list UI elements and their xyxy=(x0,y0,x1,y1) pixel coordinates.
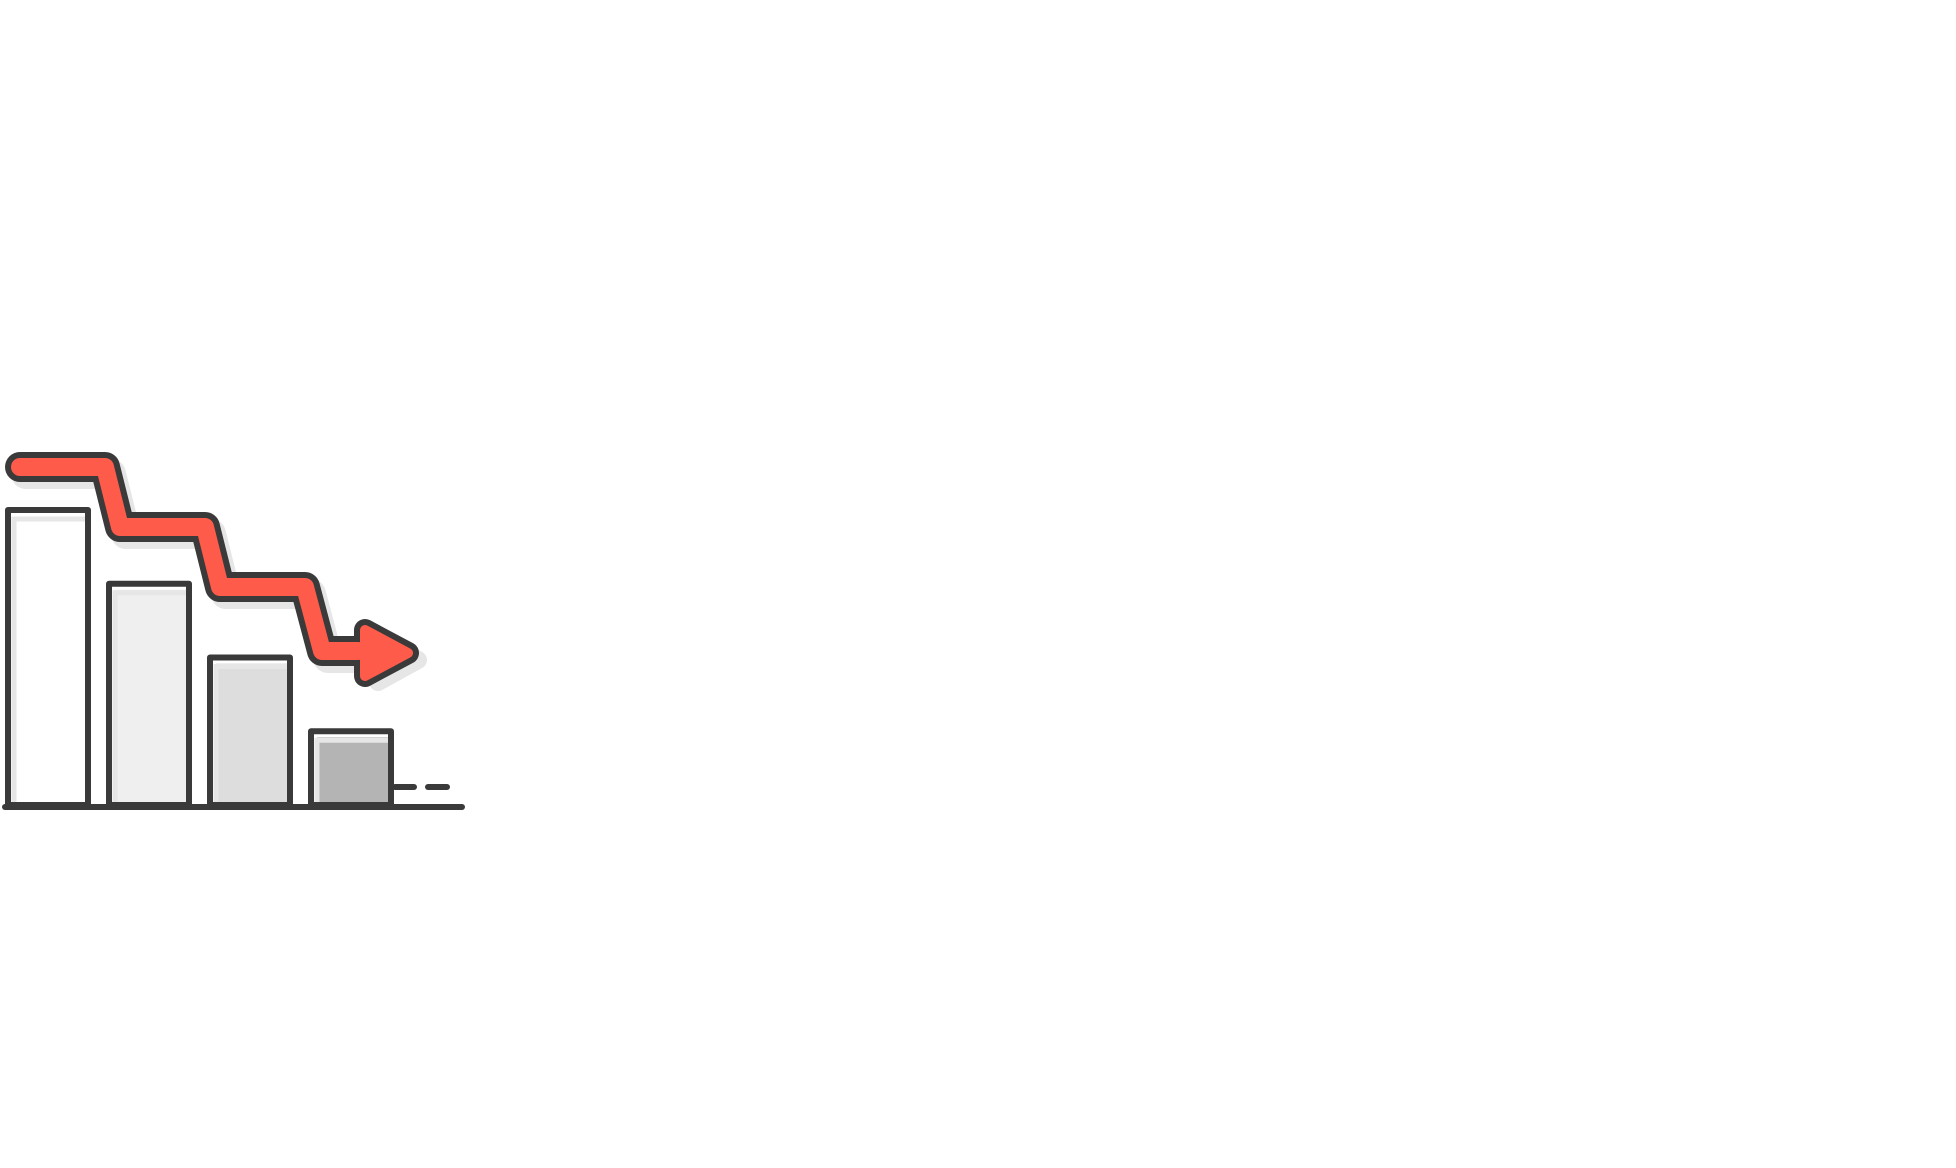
bar-fill-1 xyxy=(14,516,88,805)
bar-fill-3 xyxy=(216,663,290,805)
blank-canvas xyxy=(0,0,1956,1168)
bar-fill-2 xyxy=(115,589,189,805)
declining-bar-chart-with-downward-arrow-icon xyxy=(2,452,465,810)
bar-fill-4 xyxy=(317,737,391,805)
